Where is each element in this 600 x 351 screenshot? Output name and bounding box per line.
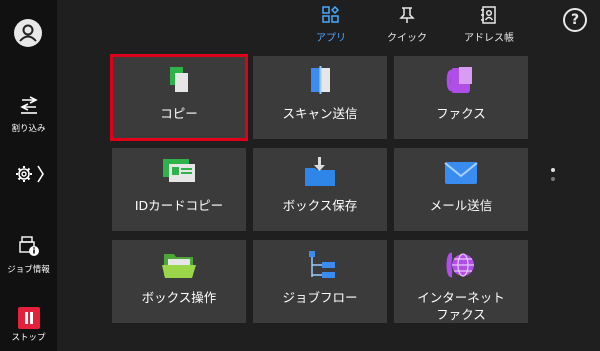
tab-quick[interactable]: クイック <box>372 6 442 44</box>
tile-fax-label: ファクス <box>436 106 486 121</box>
tile-box-operation-label: ボックス操作 <box>141 290 217 305</box>
tile-box-operation[interactable]: ボックス操作 <box>112 240 246 323</box>
tile-job-flow-label: ジョブフロー <box>282 290 358 305</box>
stop-label: ストップ <box>11 333 46 343</box>
tab-apps[interactable]: アプリ <box>296 5 366 44</box>
job-flow-icon <box>309 251 335 278</box>
help-icon: ? <box>570 12 580 28</box>
tile-internet-fax-line1: インターネット <box>417 290 505 305</box>
address-book-icon <box>481 6 496 24</box>
tab-address-book[interactable]: アドレス帳 <box>454 6 524 44</box>
pin-icon <box>399 7 415 23</box>
tile-mail-send[interactable]: メール送信 <box>394 148 528 231</box>
stop-icon <box>17 307 40 329</box>
job-info-label: ジョブ情報 <box>7 265 50 275</box>
internet-fax-icon <box>446 252 474 278</box>
tab-apps-label: アプリ <box>316 33 346 44</box>
tile-internet-fax-line2: ファクス <box>436 307 486 322</box>
tab-address-book-label: アドレス帳 <box>464 33 514 44</box>
id-card-copy-icon <box>163 159 195 182</box>
copy-icon <box>170 67 188 92</box>
fax-icon <box>446 67 472 93</box>
user-icon <box>19 24 37 42</box>
gear-icon <box>15 165 44 183</box>
page-indicator[interactable] <box>551 168 555 186</box>
help-button[interactable]: ? <box>563 8 587 32</box>
interrupt-label: 割り込み <box>11 124 46 134</box>
page-dot-active <box>551 168 555 172</box>
tile-fax[interactable]: ファクス <box>394 56 528 139</box>
tile-scan-send-label: スキャン送信 <box>282 106 358 121</box>
job-info-icon <box>18 236 39 256</box>
tile-id-card-copy[interactable]: IDカードコピー <box>112 148 246 231</box>
settings-button[interactable] <box>0 163 57 189</box>
user-avatar-button[interactable] <box>14 19 42 47</box>
stop-button[interactable]: ストップ <box>0 307 57 343</box>
tile-id-card-copy-label: IDカードコピー <box>134 198 224 213</box>
apps-icon <box>322 5 340 23</box>
tile-scan-send[interactable]: スキャン送信 <box>253 56 387 139</box>
tile-internet-fax-label: インターネット ファクス <box>394 289 528 323</box>
sidebar: 割り込み ジョブ情報 ストップ <box>0 0 57 351</box>
mail-send-icon <box>444 162 478 184</box>
box-operation-icon <box>162 254 196 278</box>
job-info-button[interactable]: ジョブ情報 <box>0 235 57 275</box>
tab-quick-label: クイック <box>387 33 427 44</box>
tile-box-save[interactable]: ボックス保存 <box>253 148 387 231</box>
tile-box-save-label: ボックス保存 <box>282 198 358 213</box>
tile-mail-send-label: メール送信 <box>429 198 493 213</box>
tile-job-flow[interactable]: ジョブフロー <box>253 240 387 323</box>
interrupt-icon <box>19 96 38 114</box>
box-save-icon <box>305 157 335 186</box>
page-dot <box>551 177 555 181</box>
scan-send-icon <box>311 66 330 94</box>
tile-copy[interactable]: コピー <box>110 54 248 141</box>
tile-internet-fax[interactable]: インターネット ファクス <box>394 240 528 323</box>
tile-copy-label: コピー <box>160 106 198 121</box>
chevron-right-icon <box>36 165 44 183</box>
interrupt-button[interactable]: 割り込み <box>0 96 57 134</box>
